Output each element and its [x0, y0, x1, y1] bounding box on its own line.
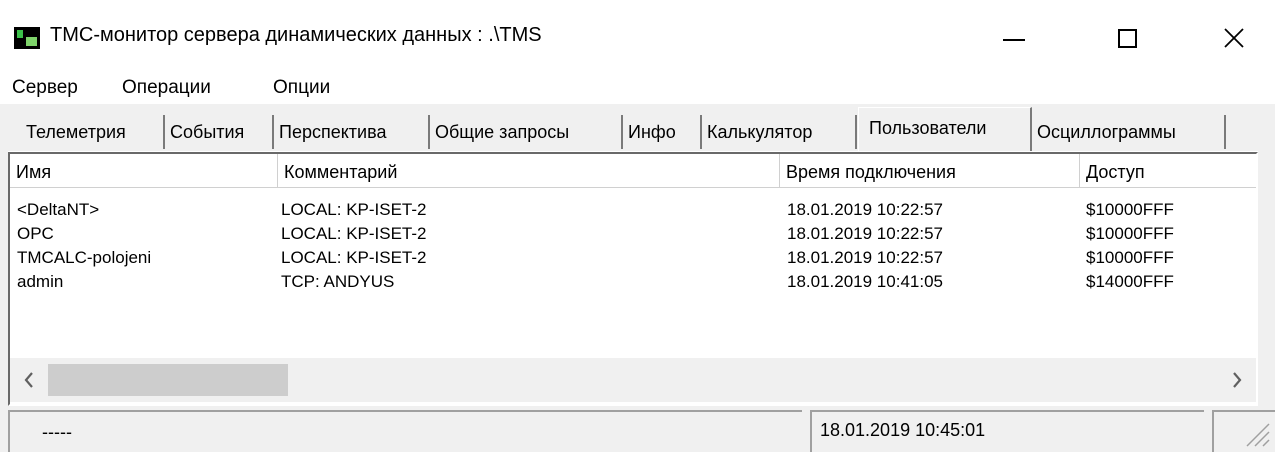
- chevron-right-icon: [1233, 372, 1242, 388]
- tab-events[interactable]: События: [166, 115, 274, 149]
- status-text: -----: [42, 422, 72, 442]
- cell-name: admin: [17, 272, 64, 291]
- scroll-right-button[interactable]: [1218, 358, 1256, 402]
- tab-oscillograms[interactable]: Осциллограммы: [1033, 115, 1226, 149]
- menu-operations[interactable]: Операции: [122, 77, 211, 99]
- status-pane-datetime: 18.01.2019 10:45:01: [810, 410, 1204, 452]
- list-header: Имя Комментарий Время подключения Доступ: [10, 154, 1256, 188]
- cell-comment: LOCAL: KP-ISET-2: [281, 200, 427, 219]
- list-row[interactable]: OPC LOCAL: KP-ISET-2 18.01.2019 10:22:57…: [10, 222, 1256, 246]
- minimize-icon: [1003, 39, 1025, 41]
- cell-comment: LOCAL: KP-ISET-2: [281, 224, 427, 243]
- list-row[interactable]: <DeltaNT> LOCAL: KP-ISET-2 18.01.2019 10…: [10, 198, 1256, 222]
- cell-comment: LOCAL: KP-ISET-2: [281, 248, 427, 267]
- cell-connect-time: 18.01.2019 10:22:57: [787, 200, 943, 219]
- scroll-thumb[interactable]: [48, 364, 288, 396]
- cell-name: OPC: [17, 224, 54, 243]
- chevron-left-icon: [24, 372, 33, 388]
- list-rows: <DeltaNT> LOCAL: KP-ISET-2 18.01.2019 10…: [10, 198, 1256, 294]
- cell-access: $14000FFF: [1086, 272, 1174, 291]
- cell-comment: TCP: ANDYUS: [281, 272, 395, 291]
- list-row[interactable]: TMCALC-polojeni LOCAL: KP-ISET-2 18.01.2…: [10, 246, 1256, 270]
- minimize-button[interactable]: [980, 10, 1048, 66]
- tab-strip: Телеметрия События Перспектива Общие зап…: [0, 104, 1275, 152]
- app-icon-glyph-2: [26, 37, 37, 46]
- menu-bar: Сервер Операции Опции: [0, 66, 1275, 104]
- users-list[interactable]: Имя Комментарий Время подключения Доступ…: [8, 152, 1258, 406]
- status-bar: ----- 18.01.2019 10:45:01: [0, 406, 1275, 452]
- cell-connect-time: 18.01.2019 10:41:05: [787, 272, 943, 291]
- tab-perspective[interactable]: Перспектива: [275, 115, 430, 149]
- maximize-icon: [1117, 28, 1137, 48]
- maximize-button[interactable]: [1093, 10, 1161, 66]
- list-row[interactable]: admin TCP: ANDYUS 18.01.2019 10:41:05 $1…: [10, 270, 1256, 294]
- scroll-left-button[interactable]: [10, 358, 48, 402]
- cell-connect-time: 18.01.2019 10:22:57: [787, 248, 943, 267]
- column-header-comment[interactable]: Комментарий: [278, 154, 780, 188]
- column-header-name[interactable]: Имя: [10, 154, 278, 188]
- app-window: ТМС-монитор сервера динамических данных …: [0, 0, 1275, 452]
- app-icon[interactable]: [14, 27, 40, 49]
- cell-access: $10000FFF: [1086, 248, 1174, 267]
- close-icon: [1224, 28, 1244, 48]
- tab-users[interactable]: Пользователи: [858, 107, 1032, 151]
- status-pane-grip: [1212, 410, 1275, 452]
- menu-server[interactable]: Сервер: [12, 77, 78, 99]
- app-icon-glyph: [17, 30, 23, 38]
- close-button[interactable]: [1200, 10, 1268, 66]
- cell-connect-time: 18.01.2019 10:22:57: [787, 224, 943, 243]
- tab-telemetry[interactable]: Телеметрия: [22, 115, 165, 149]
- status-datetime: 18.01.2019 10:45:01: [820, 420, 986, 440]
- resize-grip-icon[interactable]: [1241, 418, 1271, 448]
- title-bar[interactable]: ТМС-монитор сервера динамических данных …: [0, 0, 1275, 66]
- menu-options[interactable]: Опции: [273, 77, 330, 99]
- column-header-access[interactable]: Доступ: [1080, 154, 1256, 188]
- tab-general-queries[interactable]: Общие запросы: [431, 115, 623, 149]
- window-title: ТМС-монитор сервера динамических данных …: [50, 24, 542, 46]
- status-pane-main: -----: [8, 410, 802, 452]
- cell-name: <DeltaNT>: [17, 200, 100, 219]
- cell-name: TMCALC-polojeni: [17, 248, 152, 267]
- cell-access: $10000FFF: [1086, 200, 1174, 219]
- horizontal-scrollbar[interactable]: [10, 358, 1256, 402]
- tab-info[interactable]: Инфо: [624, 115, 702, 149]
- column-header-connect-time[interactable]: Время подключения: [780, 154, 1080, 188]
- cell-access: $10000FFF: [1086, 224, 1174, 243]
- tab-calculator[interactable]: Калькулятор: [703, 115, 857, 149]
